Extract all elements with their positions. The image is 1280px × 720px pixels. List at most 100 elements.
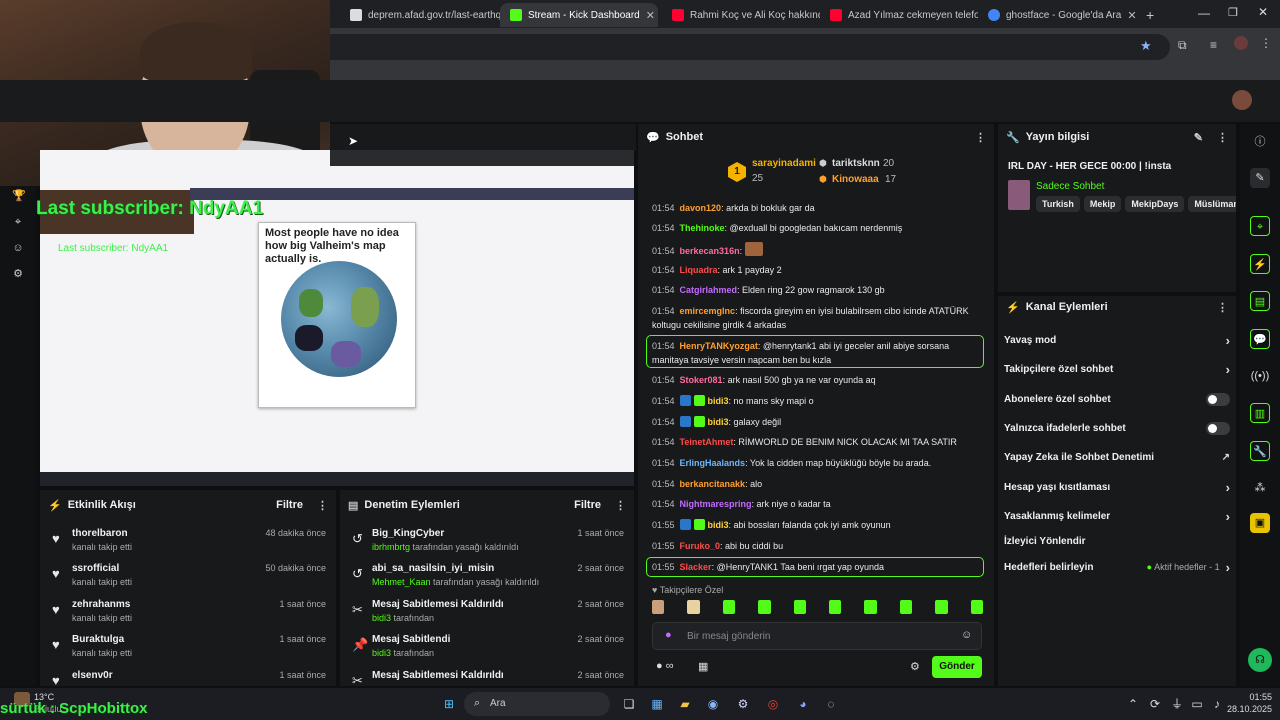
chat-message[interactable]: 01:54 TeinetAhmet: RİMWORLD DE BENIM NICK…	[652, 435, 986, 449]
filter-button[interactable]: Filtre	[574, 499, 601, 511]
tag[interactable]: Mekip	[1083, 196, 1122, 212]
display-icon[interactable]: ▭	[1188, 695, 1206, 713]
taskbar-search[interactable]: ⌕ Ara	[464, 692, 610, 716]
chat-message[interactable]: 01:54 Thehinoke: @exduall bi googledan ba…	[652, 221, 986, 235]
trophy-icon[interactable]: 🏆	[12, 190, 26, 202]
restore-icon[interactable]: ❐	[1228, 6, 1238, 19]
emote-icon[interactable]	[758, 600, 771, 614]
clipboard-icon[interactable]: ▤	[1250, 291, 1270, 311]
microphone-icon[interactable]: ●	[665, 629, 672, 641]
emote-icon[interactable]	[864, 600, 877, 614]
emote-icon[interactable]	[722, 600, 736, 614]
chat-icon[interactable]: 💬	[1250, 329, 1270, 349]
emote-icon[interactable]	[970, 600, 984, 614]
windows-start-icon[interactable]: ⊞	[440, 695, 458, 713]
followers-only-row[interactable]: Takipçilere özel sohbet ›	[1004, 359, 1230, 379]
moderation-actor[interactable]: Mehmet_Kaan	[372, 577, 431, 587]
tag[interactable]: Müslüman	[1188, 196, 1236, 212]
settings-icon[interactable]: ⚙	[12, 268, 24, 280]
profile-avatar[interactable]	[1234, 36, 1248, 50]
menu-dots-icon[interactable]: ⋮	[1217, 301, 1228, 314]
chat-user[interactable]: HenryTANKyozgat	[680, 341, 758, 351]
info-icon[interactable]: ⓘ	[1250, 132, 1270, 152]
chat-message[interactable]: 01:54 Stoker081: ark nasıl 500 gb ya ne v…	[652, 373, 986, 387]
chat-message[interactable]: 01:54 Liquadra: ark 1 payday 2	[652, 263, 986, 277]
close-icon[interactable]: ✕	[1127, 9, 1136, 22]
chat-user[interactable]: Furuko_0	[680, 541, 721, 551]
tab-google[interactable]: ghostface - Google'da Ara ✕	[978, 3, 1136, 27]
store-icon[interactable]: ▦	[698, 660, 708, 673]
banned-words-row[interactable]: Yasaklanmış kelimeler ›	[1004, 506, 1230, 526]
steam-icon[interactable]: ⚙	[734, 695, 752, 713]
moderation-actor[interactable]: bidi3	[372, 613, 391, 623]
address-field[interactable]	[330, 34, 1170, 60]
tab-afad[interactable]: deprem.afad.gov.tr/last-earthq ✕	[340, 3, 500, 27]
emote-only-toggle[interactable]	[1206, 421, 1230, 435]
media-icon[interactable]: ≡	[1210, 38, 1217, 52]
settings-icon[interactable]: ⚙	[910, 660, 920, 673]
chat-message[interactable]: 01:54 emircemglnc: fiscorda gireyim en iy…	[652, 304, 986, 332]
menu-dots-icon[interactable]: ⋮	[1217, 131, 1228, 144]
activity-item[interactable]: ♥ zehrahanms kanalı takip etti 1 saat ön…	[40, 599, 336, 633]
leader-name[interactable]: Kinowaaa	[832, 174, 879, 185]
chat-message[interactable]: 01:54 ErlingHaalands: Yok la cidden map b…	[652, 456, 986, 470]
chat-message[interactable]: 01:54 berkancitanakk: alo	[652, 477, 986, 491]
microphone-icon[interactable]: ⏚	[1168, 695, 1186, 713]
menu-dots-icon[interactable]: ⋮	[1260, 36, 1272, 50]
chat-input[interactable]: ● Bir mesaj gönderin ☺	[652, 622, 982, 650]
category-link[interactable]: Sadece Sohbet	[1036, 181, 1104, 192]
obs-icon[interactable]: ◌	[822, 695, 840, 713]
emote-icon[interactable]	[793, 600, 807, 614]
discord-icon[interactable]: ◕	[794, 695, 812, 713]
chat-message[interactable]: 01:54 bidi3: galaxy değil	[652, 415, 986, 429]
menu-dots-icon[interactable]: ⋮	[975, 131, 986, 144]
menu-dots-icon[interactable]: ⋮	[317, 499, 328, 512]
chat-user[interactable]: Catgirlahmed	[680, 285, 738, 295]
moderation-item[interactable]: ✂ Mesaj Sabitlemesi Kaldırıldı bidi3 tar…	[340, 599, 634, 633]
activity-item[interactable]: ♥ elsenv0r 1 saat önce	[40, 670, 336, 688]
moderation-item[interactable]: ↺ Big_KingCyber ibrhmbrtg tarafından yas…	[340, 528, 634, 562]
emote-icon[interactable]	[829, 600, 842, 614]
emoji-icon[interactable]: ☺	[961, 629, 972, 641]
chat-user[interactable]: TeinetAhmet	[680, 437, 734, 447]
crosshair-icon[interactable]: ⌖	[12, 216, 24, 228]
chat-message[interactable]: 01:54 berkecan316n:	[652, 242, 986, 258]
activity-item[interactable]: ♥ Buraktulga kanalı takip etti 1 saat ön…	[40, 634, 336, 668]
user-avatar[interactable]	[1232, 90, 1252, 110]
subscribers-only-toggle[interactable]	[1206, 392, 1230, 406]
chat-user[interactable]: bidi3	[708, 396, 729, 406]
chat-user[interactable]: Slacker	[680, 562, 712, 572]
emote-icon[interactable]	[935, 600, 948, 614]
subscribers-only-row[interactable]: Abonelere özel sohbet	[1004, 389, 1230, 409]
lightning-icon[interactable]: ⚡	[1250, 254, 1270, 274]
emote-icon[interactable]	[899, 600, 913, 614]
chrome-icon[interactable]: ◎	[764, 695, 782, 713]
task-view-icon[interactable]: ❏	[620, 695, 638, 713]
tab-youtube-azad[interactable]: Azad Yılmaz cekmeyen telefon ✕	[820, 3, 978, 27]
chat-message[interactable]: 01:54 bidi3: no mans sky mapi o	[652, 394, 986, 408]
file-explorer-icon[interactable]: ▰	[676, 695, 694, 713]
app-icon[interactable]: ◉	[704, 695, 722, 713]
chat-user[interactable]: berkancitanakk	[680, 479, 746, 489]
calculator-icon[interactable]: ▦	[648, 695, 666, 713]
chat-user[interactable]: bidi3	[708, 520, 729, 530]
moderation-actor[interactable]: bidi3	[372, 648, 391, 658]
leader-name[interactable]: sarayinadami	[752, 158, 816, 169]
chat-user[interactable]: Nightmarespring	[680, 499, 752, 509]
chat-message[interactable]: 01:54 Catgirlahmed: Elden ring 22 gow rag…	[652, 283, 986, 297]
film-icon[interactable]: ▣	[1250, 513, 1270, 533]
minimize-icon[interactable]: —	[1198, 6, 1210, 20]
moderation-item[interactable]: 📌 Mesaj Sabitlendi bidi3 tarafından 2 sa…	[340, 634, 634, 668]
leader-name[interactable]: tariktsknn	[832, 158, 880, 169]
tab-kick-dashboard[interactable]: Stream - Kick Dashboard ✕	[500, 3, 658, 27]
moderation-actor[interactable]: ibrhmbrtg	[372, 542, 410, 552]
wrench-icon[interactable]: 🔧	[1250, 441, 1270, 461]
send-button[interactable]: Gönder	[932, 656, 982, 678]
chat-message[interactable]: 01:54 HenryTANKyozgat: @henrytank1 abi iy…	[652, 339, 986, 367]
host-row[interactable]: İzleyici Yönlendir	[1004, 531, 1230, 551]
tag[interactable]: Turkish	[1036, 196, 1080, 212]
window-close-icon[interactable]: ✕	[1258, 5, 1268, 19]
tab-youtube-rahmi[interactable]: Rahmi Koç ve Ali Koç hakkında ✕	[662, 3, 820, 27]
chat-message[interactable]: 01:55 Furuko_0: abi bu ciddi bu	[652, 539, 986, 553]
chat-user[interactable]: Thehinoke	[680, 223, 725, 233]
